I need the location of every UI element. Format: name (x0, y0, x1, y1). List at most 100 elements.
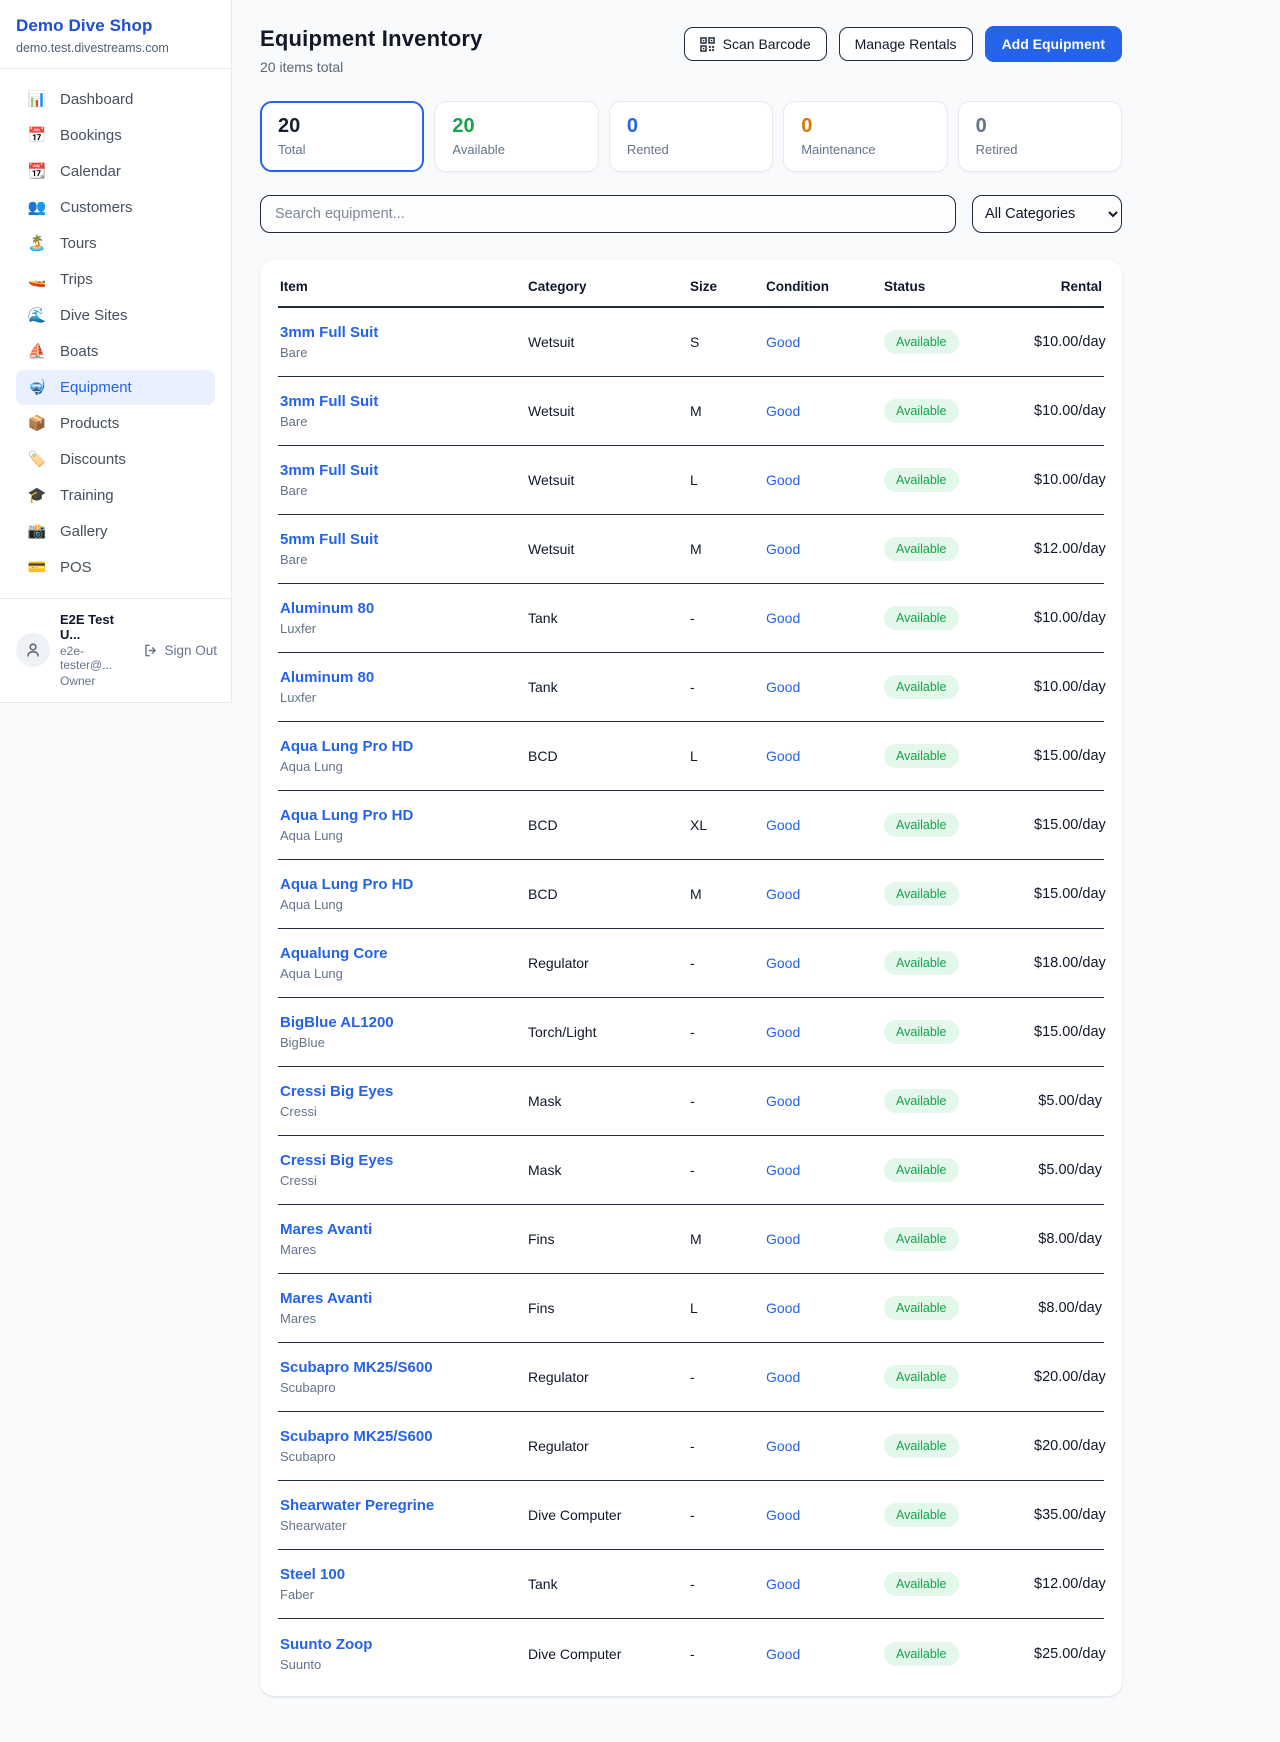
sidebar-item-dashboard[interactable]: 📊 Dashboard (16, 82, 215, 117)
manage-rentals-button[interactable]: Manage Rentals (839, 27, 973, 61)
status-cell: Available (884, 1642, 1034, 1666)
category-cell: Tank (528, 679, 690, 695)
user-section: E2E Test U... e2e-tester@... Owner Sign … (0, 598, 231, 702)
table-row: Scubapro MK25/S600 Scubapro Regulator - … (278, 1343, 1104, 1412)
rental-price-cell: $10.00/day (1034, 472, 1106, 488)
category-cell: Dive Computer (528, 1646, 690, 1662)
item-brand: Bare (280, 552, 528, 567)
status-badge: Available (884, 1158, 959, 1182)
status-badge: Available (884, 468, 959, 492)
item-brand: Cressi (280, 1104, 528, 1119)
category-cell: Regulator (528, 1369, 690, 1385)
item-name-link[interactable]: Steel 100 (280, 1566, 528, 1583)
item-name-link[interactable]: Suunto Zoop (280, 1636, 528, 1653)
sidebar-item-equipment[interactable]: 🤿 Equipment (16, 370, 215, 405)
item-cell: Aqua Lung Pro HD Aqua Lung (280, 807, 528, 843)
brand-block: Demo Dive Shop demo.test.divestreams.com (0, 0, 231, 69)
sidebar-item-boats[interactable]: ⛵ Boats (16, 334, 215, 369)
manage-rentals-label: Manage Rentals (855, 36, 957, 52)
brand-name[interactable]: Demo Dive Shop (16, 16, 211, 36)
item-name-link[interactable]: Shearwater Peregrine (280, 1497, 528, 1514)
item-name-link[interactable]: 5mm Full Suit (280, 531, 528, 548)
column-header-status: Status (884, 279, 1034, 294)
item-name-link[interactable]: Scubapro MK25/S600 (280, 1359, 528, 1376)
condition-cell: Good (766, 817, 884, 833)
sidebar-item-products[interactable]: 📦 Products (16, 406, 215, 441)
item-name-link[interactable]: Aqualung Core (280, 945, 528, 962)
stat-card-maintenance[interactable]: 0 Maintenance (783, 101, 947, 172)
sidebar-item-pos[interactable]: 💳 POS (16, 550, 215, 585)
item-name-link[interactable]: 3mm Full Suit (280, 324, 528, 341)
category-filter-select[interactable]: All Categories (972, 195, 1122, 233)
table-row: Shearwater Peregrine Shearwater Dive Com… (278, 1481, 1104, 1550)
item-brand: Bare (280, 414, 528, 429)
item-brand: Luxfer (280, 621, 528, 636)
stat-card-total[interactable]: 20 Total (260, 101, 424, 172)
tours-icon: 🏝️ (27, 236, 47, 251)
sidebar-item-customers[interactable]: 👥 Customers (16, 190, 215, 225)
item-name-link[interactable]: BigBlue AL1200 (280, 1014, 528, 1031)
sidebar-item-label: Calendar (60, 163, 121, 180)
size-cell: - (690, 1646, 766, 1662)
table-body: 3mm Full Suit Bare Wetsuit S Good Availa… (278, 308, 1104, 1688)
item-brand: Aqua Lung (280, 828, 528, 843)
add-equipment-button[interactable]: Add Equipment (985, 26, 1122, 62)
logout-icon (143, 643, 158, 658)
status-cell: Available (884, 1572, 1034, 1596)
item-cell: Mares Avanti Mares (280, 1290, 528, 1326)
stat-card-available[interactable]: 20 Available (434, 101, 598, 172)
status-badge: Available (884, 1365, 959, 1389)
add-equipment-label: Add Equipment (1002, 36, 1105, 52)
brand-domain: demo.test.divestreams.com (16, 41, 211, 55)
item-brand: Mares (280, 1242, 528, 1257)
sidebar-item-trips[interactable]: 🚤 Trips (16, 262, 215, 297)
category-cell: Wetsuit (528, 541, 690, 557)
sidebar-item-tours[interactable]: 🏝️ Tours (16, 226, 215, 261)
item-name-link[interactable]: Scubapro MK25/S600 (280, 1428, 528, 1445)
item-name-link[interactable]: Aluminum 80 (280, 600, 528, 617)
sidebar-item-bookings[interactable]: 📅 Bookings (16, 118, 215, 153)
status-cell: Available (884, 813, 1034, 837)
sidebar-item-label: Tours (60, 235, 97, 252)
item-name-link[interactable]: Aluminum 80 (280, 669, 528, 686)
gallery-icon: 📸 (27, 524, 47, 539)
item-name-link[interactable]: 3mm Full Suit (280, 393, 528, 410)
stat-card-retired[interactable]: 0 Retired (958, 101, 1122, 172)
search-input[interactable] (260, 195, 956, 233)
stat-value: 0 (801, 115, 929, 138)
page-header: Equipment Inventory 20 items total Scan … (260, 26, 1122, 75)
item-name-link[interactable]: Mares Avanti (280, 1290, 528, 1307)
discounts-icon: 🏷️ (27, 452, 47, 467)
category-cell: Wetsuit (528, 334, 690, 350)
item-name-link[interactable]: Cressi Big Eyes (280, 1083, 528, 1100)
item-cell: 3mm Full Suit Bare (280, 462, 528, 498)
sidebar-item-label: POS (60, 559, 92, 576)
status-badge: Available (884, 951, 959, 975)
item-name-link[interactable]: Cressi Big Eyes (280, 1152, 528, 1169)
sidebar-item-label: Bookings (60, 127, 122, 144)
condition-cell: Good (766, 955, 884, 971)
table-row: Steel 100 Faber Tank - Good Available $1… (278, 1550, 1104, 1619)
scan-barcode-button[interactable]: Scan Barcode (684, 27, 827, 61)
item-name-link[interactable]: Aqua Lung Pro HD (280, 807, 528, 824)
item-name-link[interactable]: Aqua Lung Pro HD (280, 738, 528, 755)
sidebar-item-gallery[interactable]: 📸 Gallery (16, 514, 215, 549)
rental-price-cell: $8.00/day (1034, 1231, 1102, 1247)
item-name-link[interactable]: Aqua Lung Pro HD (280, 876, 528, 893)
stat-card-rented[interactable]: 0 Rented (609, 101, 773, 172)
item-cell: Shearwater Peregrine Shearwater (280, 1497, 528, 1533)
status-badge: Available (884, 675, 959, 699)
item-cell: Aqua Lung Pro HD Aqua Lung (280, 738, 528, 774)
sidebar-item-training[interactable]: 🎓 Training (16, 478, 215, 513)
column-header-rental: Rental (1034, 279, 1102, 294)
item-name-link[interactable]: 3mm Full Suit (280, 462, 528, 479)
sign-out-button[interactable]: Sign Out (143, 643, 217, 658)
size-cell: M (690, 886, 766, 902)
item-cell: Cressi Big Eyes Cressi (280, 1152, 528, 1188)
item-name-link[interactable]: Mares Avanti (280, 1221, 528, 1238)
sidebar-item-dive-sites[interactable]: 🌊 Dive Sites (16, 298, 215, 333)
condition-cell: Good (766, 610, 884, 626)
sidebar-item-discounts[interactable]: 🏷️ Discounts (16, 442, 215, 477)
person-icon (24, 641, 42, 659)
sidebar-item-calendar[interactable]: 📆 Calendar (16, 154, 215, 189)
